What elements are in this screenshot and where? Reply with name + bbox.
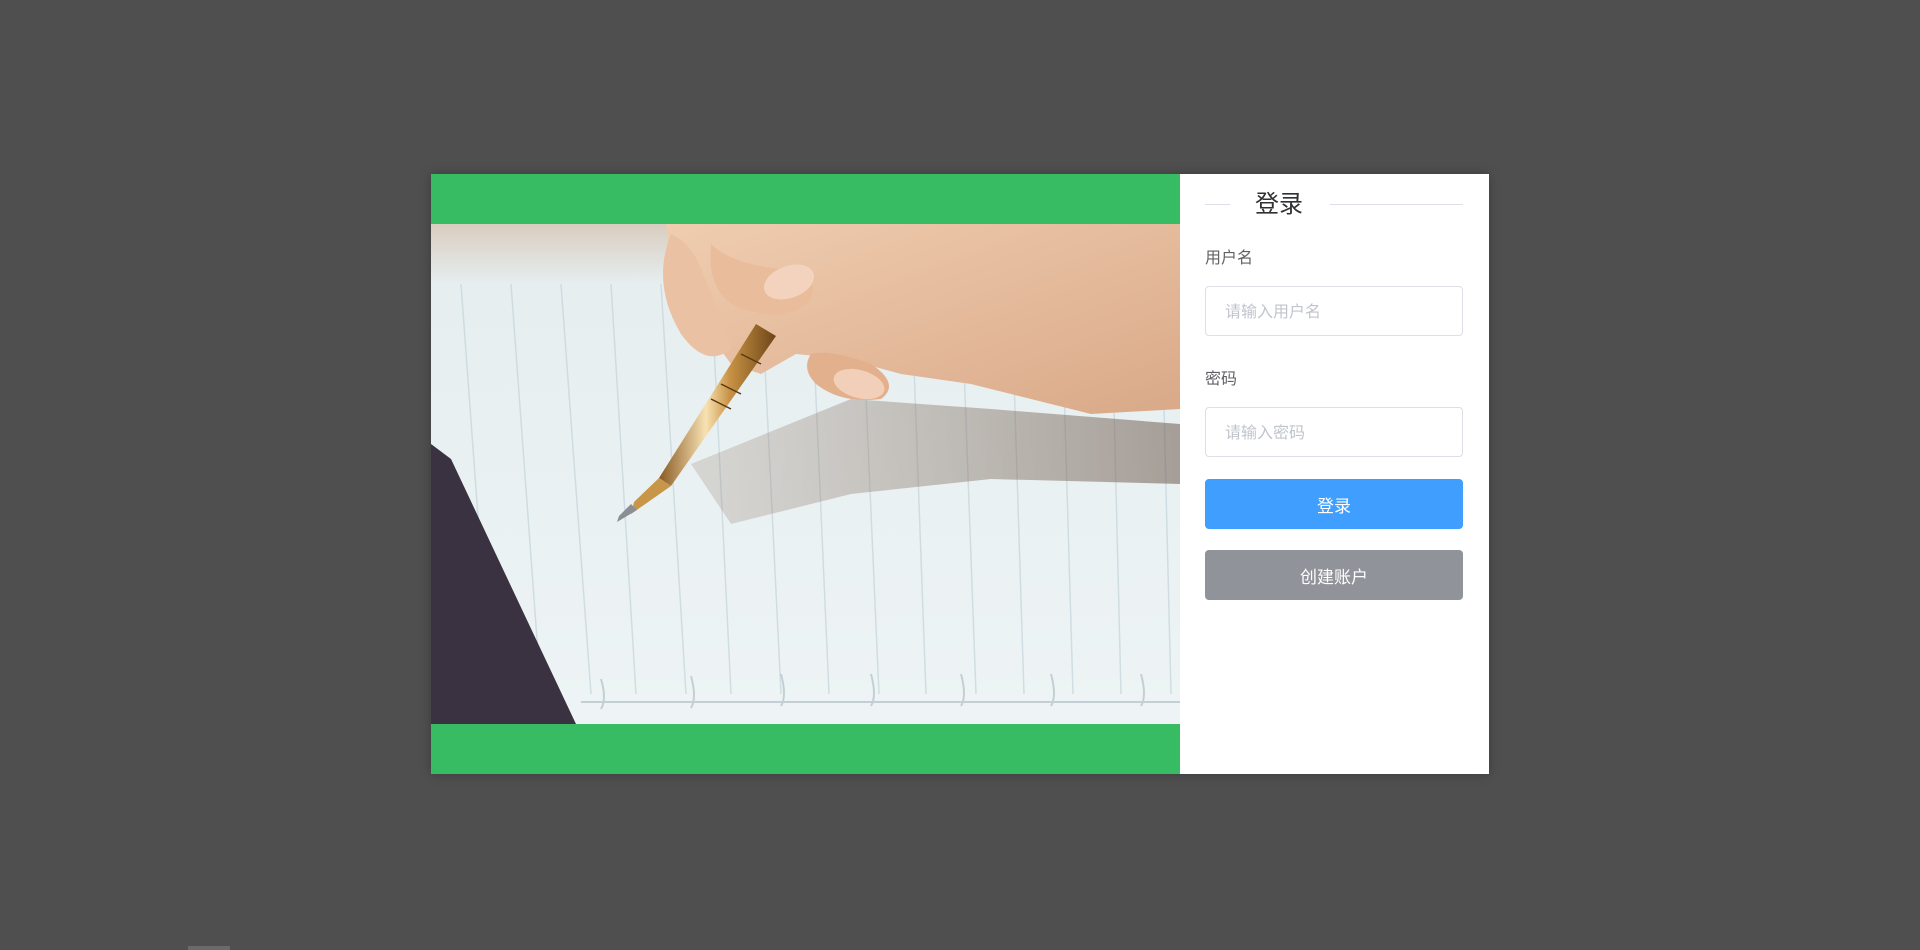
title-divider-right: [1330, 204, 1463, 205]
login-title: 登录: [1255, 190, 1303, 218]
create-account-button[interactable]: 创建账户: [1205, 550, 1463, 600]
password-label: 密码: [1205, 369, 1238, 388]
username-input[interactable]: [1205, 286, 1463, 336]
password-input[interactable]: [1205, 407, 1463, 457]
login-button[interactable]: 登录: [1205, 479, 1463, 529]
hero-image: [431, 224, 1180, 724]
left-banner-panel: [431, 174, 1180, 774]
login-form-panel: 登录 用户名 密码 登录 创建账户: [1180, 174, 1489, 774]
login-title-row: 登录: [1205, 186, 1463, 222]
title-divider-left: [1205, 204, 1230, 205]
login-card: 登录 用户名 密码 登录 创建账户: [431, 174, 1489, 774]
taskbar-tab-indicator: [188, 946, 230, 950]
username-label: 用户名: [1205, 248, 1254, 267]
